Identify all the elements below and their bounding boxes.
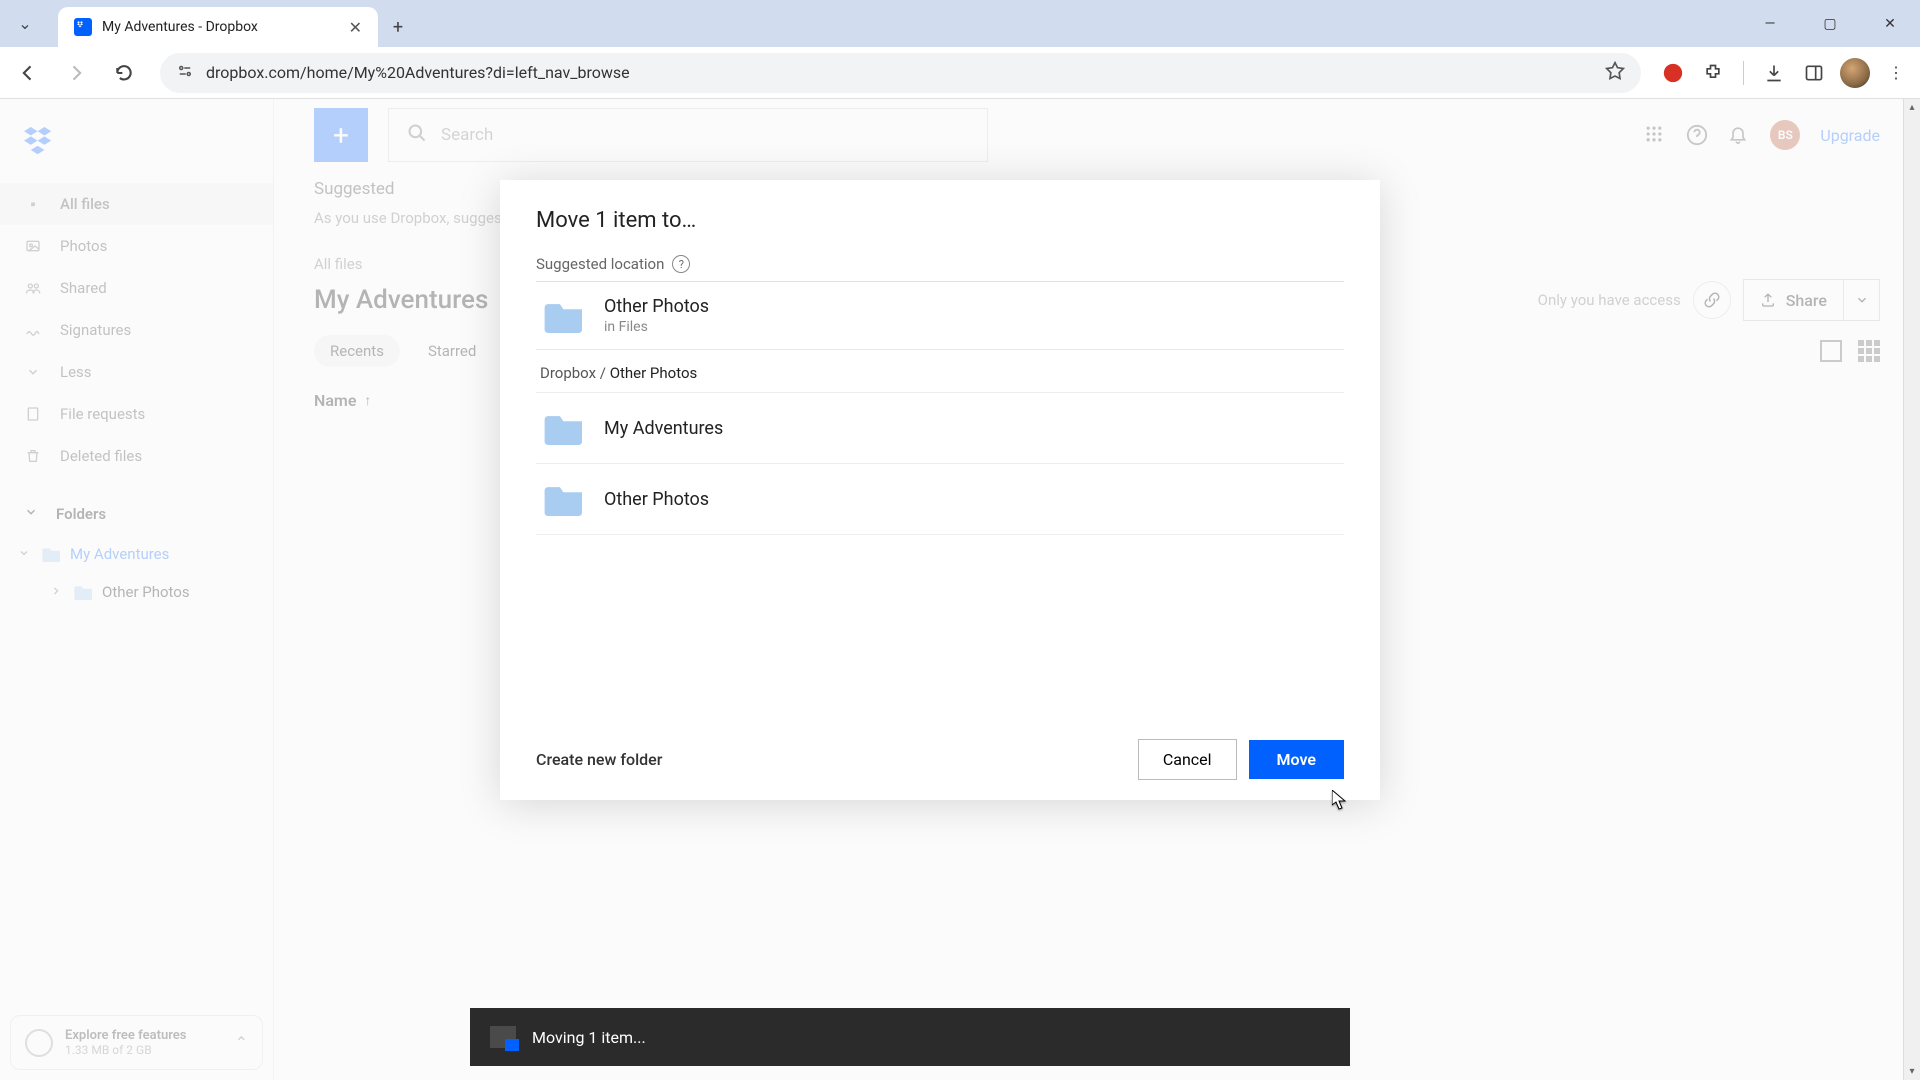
maximize-button[interactable]: ▢ (1800, 0, 1860, 47)
forward-button[interactable] (58, 55, 94, 91)
close-tab-icon[interactable]: ✕ (349, 18, 362, 37)
move-item-modal: Move 1 item to… Suggested location ? Oth… (500, 180, 1380, 800)
url-text: dropbox.com/home/My%20Adventures?di=left… (206, 63, 1593, 82)
folder-option-label: My Adventures (604, 418, 723, 439)
new-tab-button[interactable]: + (378, 7, 418, 47)
folder-option-label: Other Photos (604, 489, 709, 510)
suggested-location-label: Suggested location (536, 255, 664, 273)
dropbox-favicon (74, 18, 92, 36)
extension-icon-1[interactable] (1659, 59, 1687, 87)
reload-button[interactable] (106, 55, 142, 91)
minimize-button[interactable]: — (1740, 0, 1800, 47)
toast-message: Moving 1 item... (532, 1028, 646, 1047)
toolbar-divider (1743, 61, 1744, 85)
site-info-icon[interactable] (176, 62, 194, 84)
address-bar[interactable]: dropbox.com/home/My%20Adventures?di=left… (160, 53, 1641, 93)
browser-menu-icon[interactable]: ⋮ (1882, 59, 1910, 87)
modal-title: Move 1 item to… (536, 208, 1344, 233)
move-button[interactable]: Move (1249, 740, 1344, 779)
bookmark-star-icon[interactable] (1605, 61, 1625, 85)
browser-tab[interactable]: My Adventures - Dropbox ✕ (58, 7, 378, 47)
profile-avatar[interactable] (1840, 58, 1870, 88)
sidepanel-icon[interactable] (1800, 59, 1828, 87)
suggested-folder-sub: in Files (604, 319, 709, 335)
close-window-button[interactable]: ✕ (1860, 0, 1920, 47)
scroll-up-button[interactable]: ▴ (1904, 99, 1920, 116)
back-button[interactable] (10, 55, 46, 91)
tab-search-button[interactable]: ⌄ (0, 0, 50, 47)
mouse-cursor (1332, 790, 1346, 810)
folder-option-other-photos[interactable]: Other Photos (536, 464, 1344, 535)
window-controls: — ▢ ✕ (1740, 0, 1920, 47)
toast-folder-icon (490, 1026, 516, 1048)
help-icon[interactable]: ? (672, 255, 690, 273)
moving-toast: Moving 1 item... (470, 1008, 1350, 1066)
browser-toolbar: dropbox.com/home/My%20Adventures?di=left… (0, 47, 1920, 99)
crumb-root[interactable]: Dropbox (540, 364, 596, 382)
suggested-folder-item[interactable]: Other Photos in Files (536, 282, 1344, 350)
extensions-icon[interactable] (1699, 59, 1727, 87)
cancel-button[interactable]: Cancel (1138, 739, 1237, 780)
modal-breadcrumb: Dropbox / Other Photos (536, 350, 1344, 393)
tab-title: My Adventures - Dropbox (102, 19, 339, 35)
folder-option-my-adventures[interactable]: My Adventures (536, 393, 1344, 464)
browser-tab-strip: ⌄ My Adventures - Dropbox ✕ + — ▢ ✕ (0, 0, 1920, 47)
suggested-folder-name: Other Photos (604, 296, 709, 317)
downloads-icon[interactable] (1760, 59, 1788, 87)
create-new-folder-link[interactable]: Create new folder (536, 750, 662, 769)
vertical-scrollbar[interactable]: ▴ ▾ (1903, 99, 1920, 1080)
scroll-down-button[interactable]: ▾ (1904, 1063, 1920, 1080)
crumb-current[interactable]: Other Photos (610, 364, 698, 382)
